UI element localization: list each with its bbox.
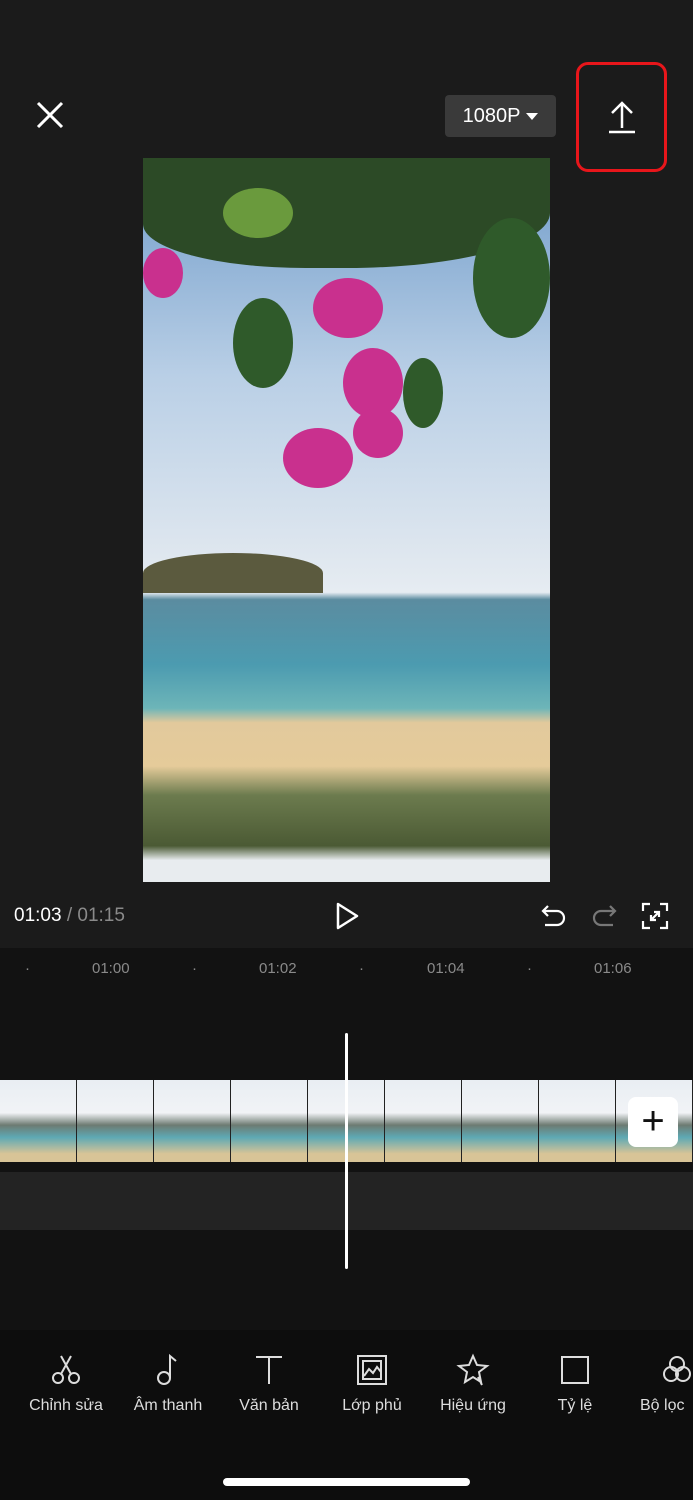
redo-icon[interactable] <box>590 902 618 930</box>
close-button[interactable] <box>30 95 70 135</box>
ruler-tick: 01:04 <box>427 960 465 977</box>
tool-effects[interactable]: Hiệu ứng <box>423 1353 523 1415</box>
home-indicator[interactable] <box>223 1478 470 1486</box>
ratio-icon <box>561 1356 589 1384</box>
fullscreen-icon[interactable] <box>641 902 669 930</box>
export-button[interactable] <box>576 62 667 172</box>
total-time: 01:15 <box>77 905 125 926</box>
time-separator: / <box>66 905 73 926</box>
video-preview[interactable] <box>143 158 550 882</box>
upload-icon <box>608 101 635 134</box>
playhead[interactable] <box>345 1033 348 1269</box>
scissors-icon <box>52 1355 80 1384</box>
clip-thumbnail <box>462 1080 539 1162</box>
add-clip-button[interactable]: + <box>628 1097 678 1147</box>
clip-thumbnail <box>231 1080 308 1162</box>
close-icon <box>36 101 64 129</box>
tool-filter[interactable]: Bộ lọc <box>640 1353 693 1415</box>
caret-down-icon <box>526 112 539 120</box>
clip-thumbnail <box>154 1080 231 1162</box>
star-effect-icon <box>456 1353 490 1386</box>
clip-thumbnail <box>385 1080 462 1162</box>
ruler-tick: 01:06 <box>594 960 632 977</box>
clip-thumbnail <box>0 1080 77 1162</box>
ruler-tick: 01:02 <box>259 960 297 977</box>
music-note-icon <box>157 1353 177 1385</box>
undo-icon[interactable] <box>540 902 568 930</box>
tool-edit[interactable]: Chỉnh sửa <box>16 1353 116 1415</box>
overlay-icon <box>357 1355 387 1385</box>
ruler-tick: 01:00 <box>92 960 130 977</box>
tool-text[interactable]: Văn bản <box>219 1353 319 1415</box>
tool-audio[interactable]: Âm thanh <box>118 1353 218 1415</box>
resolution-dropdown[interactable]: 1080P <box>445 95 556 137</box>
tool-ratio[interactable]: Tỷ lệ <box>525 1353 625 1415</box>
play-icon[interactable] <box>334 901 360 931</box>
clip-thumbnail <box>539 1080 616 1162</box>
text-icon <box>256 1356 282 1384</box>
tool-overlay[interactable]: Lớp phủ <box>322 1353 422 1415</box>
current-time: 01:03 <box>14 905 62 926</box>
time-ruler[interactable]: · 01:00 · 01:02 · 01:04 · 01:06 <box>0 948 693 990</box>
playback-time: 01:03 / 01:15 <box>14 905 125 927</box>
resolution-label: 1080P <box>462 104 521 127</box>
clip-thumbnail <box>77 1080 154 1162</box>
filter-icon <box>663 1356 691 1382</box>
